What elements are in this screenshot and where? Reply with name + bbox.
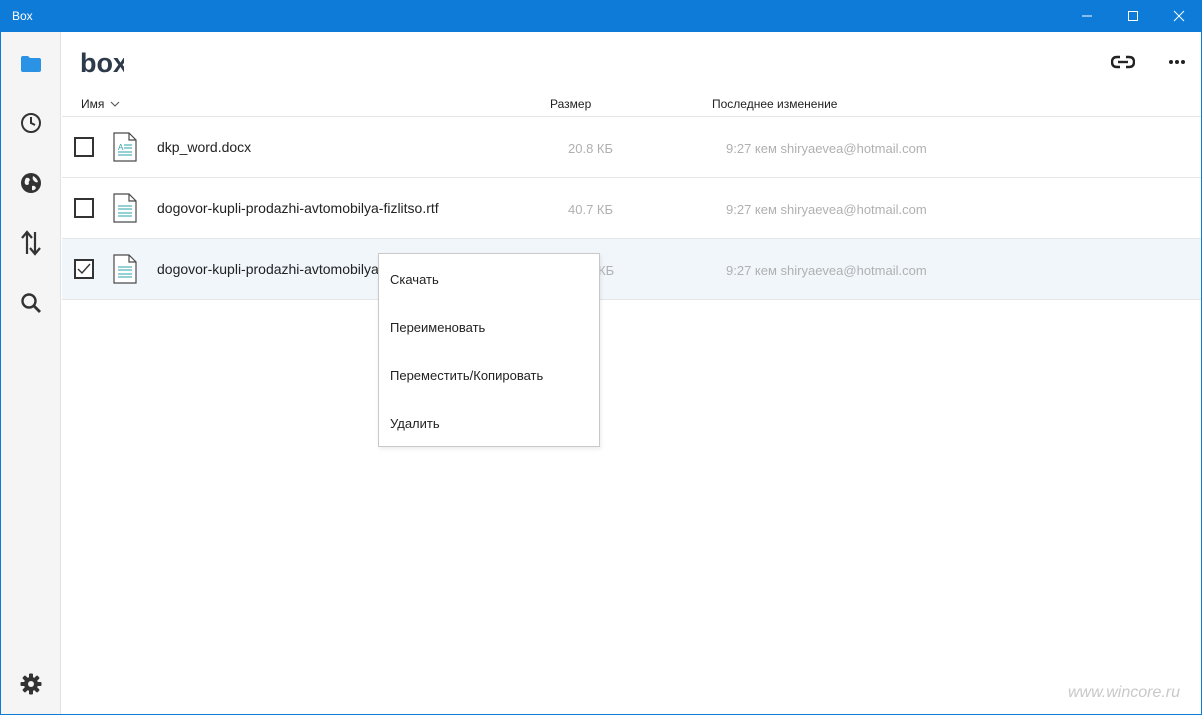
row-checkbox-checked[interactable]: [74, 259, 94, 279]
sidebar-item-recent[interactable]: [19, 111, 43, 135]
menu-item-download[interactable]: Скачать: [379, 256, 599, 304]
watermark: www.wincore.ru: [1068, 684, 1181, 701]
file-name[interactable]: dogovor-kupli-prodazhi-avtomobilya: [157, 261, 379, 277]
window-title: Box: [12, 9, 33, 23]
chevron-down-icon: [110, 101, 120, 107]
sidebar: [1, 32, 61, 714]
checkmark-icon: [77, 263, 91, 275]
clock-icon: [21, 113, 41, 133]
column-header-name[interactable]: Имя: [81, 97, 120, 111]
file-size: КБ: [598, 263, 615, 278]
sidebar-item-transfers[interactable]: [19, 230, 43, 256]
sidebar-item-shared[interactable]: [19, 171, 43, 195]
close-button[interactable]: [1156, 0, 1202, 32]
search-icon: [21, 293, 41, 313]
menu-item-move-copy[interactable]: Переместить/Копировать: [379, 352, 599, 400]
file-row-selected[interactable]: dogovor-kupli-prodazhi-avtomobilya КБ 9:…: [62, 239, 1201, 300]
document-icon: A: [113, 132, 137, 162]
file-row[interactable]: dogovor-kupli-prodazhi-avtomobilya-fizli…: [62, 178, 1201, 239]
file-row[interactable]: A dkp_word.docx 20.8 КБ 9:27 кем shiryae…: [62, 117, 1201, 178]
document-icon: [113, 254, 137, 284]
maximize-icon: [1128, 11, 1138, 21]
folder-icon: [21, 56, 41, 72]
svg-text:A: A: [118, 143, 124, 152]
file-size: 20.8 КБ: [568, 141, 614, 156]
file-modified: 9:27 кем shiryaevea@hotmail.com: [726, 263, 927, 278]
minimize-button[interactable]: [1064, 0, 1110, 32]
column-name-label: Имя: [81, 97, 105, 111]
document-icon: [113, 193, 137, 223]
minimize-icon: [1082, 15, 1092, 17]
row-checkbox[interactable]: [74, 198, 94, 218]
settings-button[interactable]: [19, 672, 43, 696]
menu-item-rename[interactable]: Переименовать: [379, 304, 599, 352]
globe-icon: [21, 173, 41, 193]
svg-text:box: box: [80, 48, 124, 78]
share-link-button[interactable]: [1111, 52, 1135, 72]
column-header-size[interactable]: Размер: [550, 97, 591, 111]
column-header-modified[interactable]: Последнее изменение: [712, 97, 837, 111]
gear-icon: [20, 673, 42, 695]
file-name[interactable]: dkp_word.docx: [157, 139, 251, 155]
menu-item-delete[interactable]: Удалить: [379, 400, 599, 448]
more-options-button[interactable]: [1165, 52, 1189, 72]
file-modified: 9:27 кем shiryaevea@hotmail.com: [726, 141, 927, 156]
close-icon: [1173, 10, 1185, 22]
sidebar-item-search[interactable]: [19, 291, 43, 315]
transfer-arrows-icon: [21, 230, 41, 256]
row-checkbox[interactable]: [74, 137, 94, 157]
title-bar: Box: [0, 0, 1202, 32]
file-modified: 9:27 кем shiryaevea@hotmail.com: [726, 202, 927, 217]
box-logo: box: [80, 48, 124, 78]
context-menu: Скачать Переименовать Переместить/Копиро…: [378, 253, 600, 447]
maximize-button[interactable]: [1110, 0, 1156, 32]
sidebar-item-files[interactable]: [19, 52, 43, 76]
file-name[interactable]: dogovor-kupli-prodazhi-avtomobilya-fizli…: [157, 200, 439, 216]
link-icon: [1111, 55, 1135, 69]
more-icon: [1169, 60, 1185, 64]
file-size: 40.7 КБ: [568, 202, 614, 217]
